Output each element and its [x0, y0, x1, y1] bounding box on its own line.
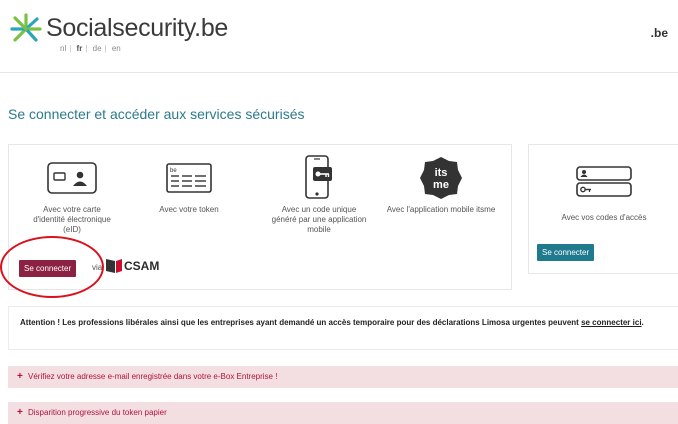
method-eid[interactable]: Avec votre carte d'identité électronique… — [27, 155, 117, 235]
eid-card-icon — [47, 162, 97, 194]
csam-label: CSAM — [124, 259, 160, 273]
language-switcher: nl | fr | de | en — [60, 44, 124, 53]
plus-icon: + — [17, 407, 23, 418]
svg-text:me: me — [433, 179, 449, 191]
method-itsme[interactable]: its me Avec l'application mobile itsme — [386, 155, 496, 215]
mobile-code-icon — [305, 155, 332, 199]
itsme-icon: its me — [420, 157, 462, 199]
brand-title[interactable]: Socialsecurity.be — [46, 14, 228, 43]
token-card-icon: be — [166, 163, 212, 193]
limosa-notice: Attention ! Les professions libérales ai… — [8, 306, 678, 350]
csam-logo[interactable]: CSAM — [106, 259, 159, 273]
connect-codes-button[interactable]: Se connecter — [537, 244, 595, 261]
method-label: Avec votre token — [159, 205, 219, 214]
method-access-codes[interactable]: Avec vos codes d'accès — [529, 165, 678, 223]
method-label: Avec l'application mobile itsme — [386, 205, 496, 214]
accordion-paper-token[interactable]: + Disparition progressive du token papie… — [8, 402, 678, 424]
lang-separator: | — [69, 44, 72, 53]
lang-de[interactable]: de — [93, 44, 102, 53]
accordion-label: Vérifiez votre adresse e-mail enregistré… — [28, 372, 278, 381]
login-codes-icon — [576, 166, 632, 197]
access-codes-panel: Avec vos codes d'accès Se connecter — [528, 144, 678, 274]
csam-mark-icon — [106, 259, 122, 273]
lang-en[interactable]: en — [112, 44, 121, 53]
method-label: Avec un code unique généré par une appli… — [271, 205, 367, 234]
notice-connect-link[interactable]: se connecter ici — [581, 318, 641, 327]
belgium-badge[interactable]: .be — [651, 26, 668, 40]
method-label: Avec votre carte d'identité électronique… — [33, 205, 111, 234]
lang-separator: | — [85, 44, 88, 53]
socialsecurity-logo-icon[interactable] — [9, 12, 43, 46]
method-token[interactable]: be Avec votre token — [149, 155, 229, 215]
svg-text:its: its — [435, 167, 448, 179]
method-mobile-code[interactable]: Avec un code unique généré par une appli… — [271, 155, 367, 235]
svg-text:be: be — [170, 168, 177, 174]
lang-fr[interactable]: fr — [77, 44, 83, 53]
method-label: Avec vos codes d'accès — [561, 213, 647, 222]
lang-nl[interactable]: nl — [60, 44, 66, 53]
notice-body: Attention ! Les professions libérales ai… — [20, 318, 582, 327]
site-header: Socialsecurity.be nl | fr | de | en .be — [0, 0, 678, 73]
accordion-email-check[interactable]: + Vérifiez votre adresse e-mail enregist… — [8, 366, 678, 388]
lang-separator: | — [104, 44, 107, 53]
accordion-label: Disparition progressive du token papier — [28, 408, 167, 417]
plus-icon: + — [17, 371, 23, 382]
notice-text: Attention ! Les professions libérales ai… — [20, 318, 678, 328]
page-title: Se connecter et accéder aux services séc… — [8, 106, 305, 122]
highlight-circle — [0, 236, 104, 298]
notice-tail: . — [641, 318, 644, 327]
